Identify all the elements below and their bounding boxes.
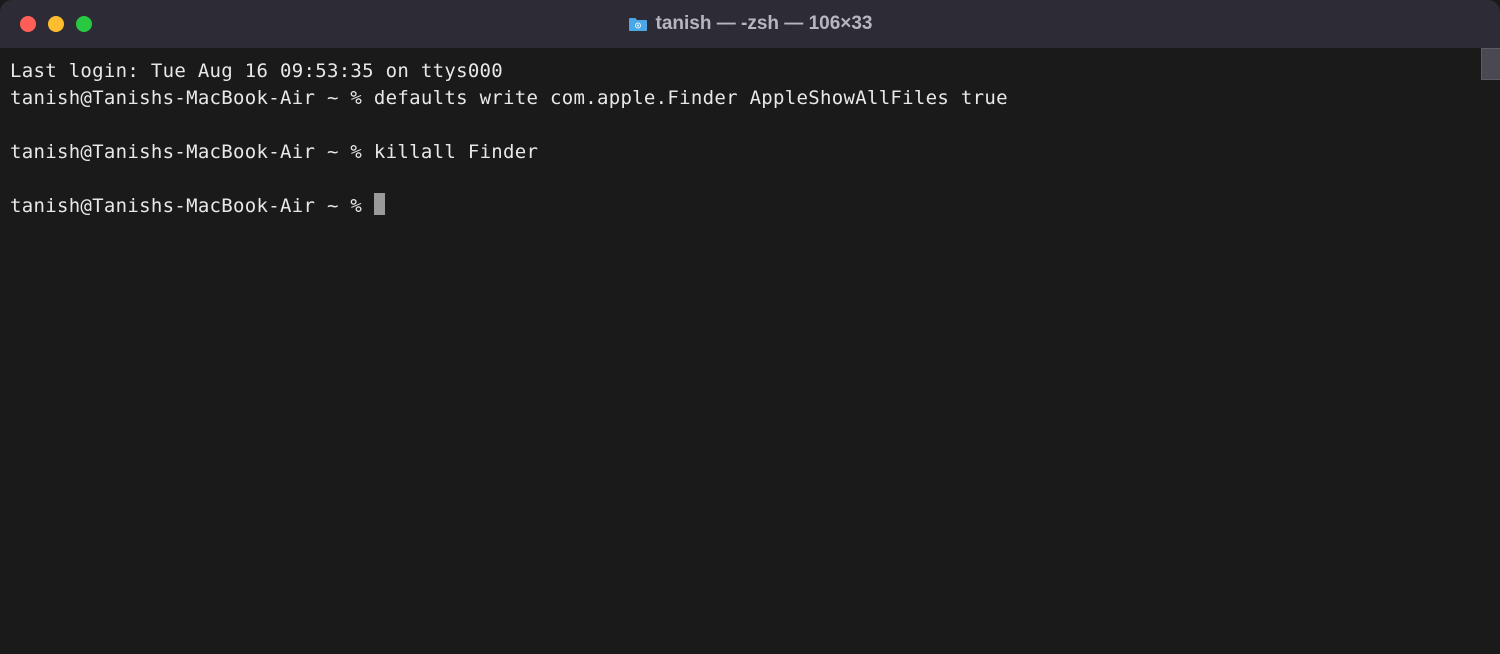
traffic-lights	[0, 16, 92, 32]
prompt-1: tanish@Tanishs-MacBook-Air ~ %	[10, 87, 374, 109]
prompt-3: tanish@Tanishs-MacBook-Air ~ %	[10, 195, 374, 217]
terminal-body[interactable]: Last login: Tue Aug 16 09:53:35 on ttys0…	[0, 48, 1500, 654]
command-line-3: tanish@Tanishs-MacBook-Air ~ %	[10, 193, 1490, 220]
terminal-content[interactable]: Last login: Tue Aug 16 09:53:35 on ttys0…	[10, 58, 1490, 220]
folder-icon	[628, 16, 648, 32]
blank-line-1	[10, 112, 1490, 139]
maximize-button[interactable]	[76, 16, 92, 32]
command-2: killall Finder	[374, 141, 538, 163]
prompt-2: tanish@Tanishs-MacBook-Air ~ %	[10, 141, 374, 163]
cursor	[374, 193, 385, 215]
command-line-2: tanish@Tanishs-MacBook-Air ~ % killall F…	[10, 139, 1490, 166]
close-button[interactable]	[20, 16, 36, 32]
window-title: tanish — -zsh — 106×33	[656, 13, 873, 35]
command-line-1: tanish@Tanishs-MacBook-Air ~ % defaults …	[10, 85, 1490, 112]
scrollbar[interactable]	[1481, 48, 1500, 80]
last-login-line: Last login: Tue Aug 16 09:53:35 on ttys0…	[10, 58, 1490, 85]
command-1: defaults write com.apple.Finder AppleSho…	[374, 87, 1008, 109]
terminal-window: tanish — -zsh — 106×33 Last login: Tue A…	[0, 0, 1500, 654]
blank-line-2	[10, 166, 1490, 193]
minimize-button[interactable]	[48, 16, 64, 32]
title-container: tanish — -zsh — 106×33	[0, 13, 1500, 35]
window-titlebar[interactable]: tanish — -zsh — 106×33	[0, 0, 1500, 48]
